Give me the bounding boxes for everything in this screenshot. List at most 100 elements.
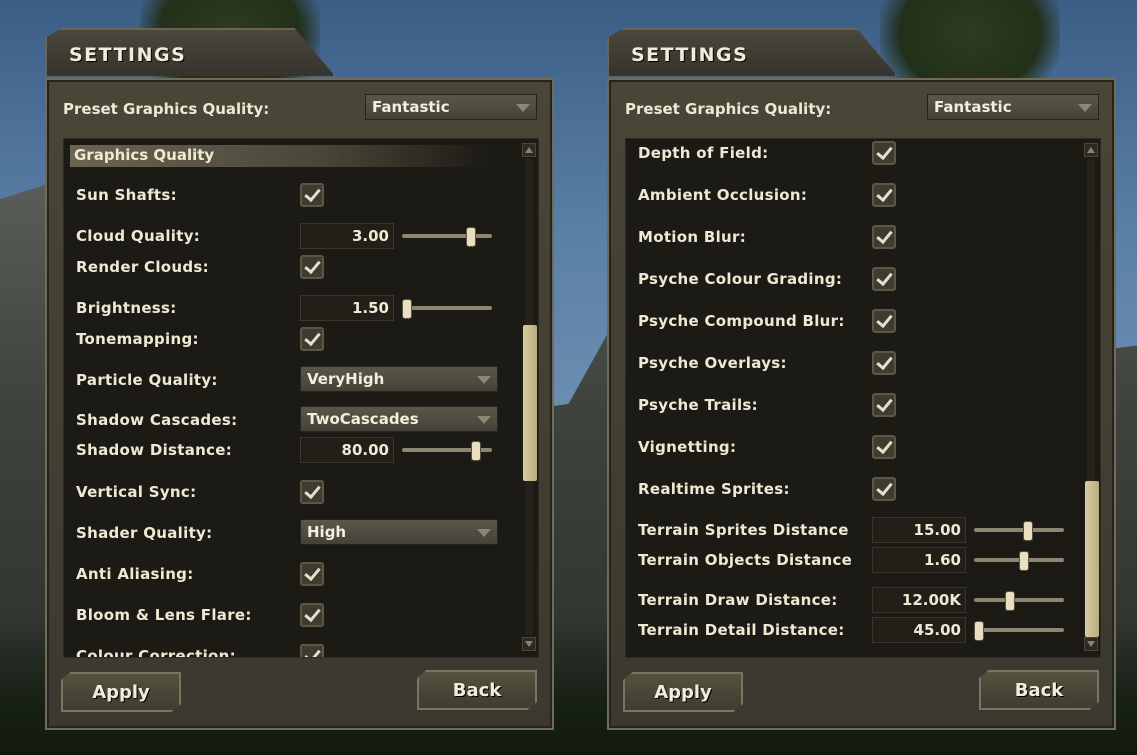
- slider-knob[interactable]: [470, 441, 481, 461]
- chevron-down-icon: [477, 529, 491, 537]
- checkbox[interactable]: [300, 603, 324, 627]
- preset-dropdown[interactable]: Fantastic: [365, 94, 537, 120]
- checkbox[interactable]: [300, 255, 324, 279]
- setting-row: Anti Aliasing:: [76, 560, 506, 588]
- setting-label: Depth of Field:: [638, 144, 769, 162]
- setting-row: Terrain Draw Distance: 12.00K: [638, 586, 1068, 614]
- setting-label: Bloom & Lens Flare:: [76, 606, 252, 624]
- checkbox[interactable]: [872, 393, 896, 417]
- scroll-up-arrow-icon[interactable]: [522, 143, 536, 157]
- checkbox[interactable]: [300, 327, 324, 351]
- setting-row: Tonemapping:: [76, 325, 506, 353]
- setting-label: Motion Blur:: [638, 228, 746, 246]
- setting-label: Ambient Occlusion:: [638, 186, 808, 204]
- checkbox[interactable]: [300, 183, 324, 207]
- slider[interactable]: [398, 438, 496, 462]
- scroll-up-arrow-icon[interactable]: [1084, 143, 1098, 157]
- setting-label: Render Clouds:: [76, 258, 209, 276]
- setting-label: Psyche Overlays:: [638, 354, 787, 372]
- checkbox[interactable]: [872, 309, 896, 333]
- setting-row: Shadow Cascades: TwoCascades: [76, 406, 506, 434]
- checkbox[interactable]: [872, 435, 896, 459]
- setting-label: Terrain Detail Distance:: [638, 621, 845, 639]
- checkbox[interactable]: [872, 183, 896, 207]
- value-field[interactable]: 1.50: [300, 295, 394, 321]
- setting-row: Terrain Detail Distance: 45.00: [638, 616, 1068, 644]
- setting-row: Psyche Colour Grading:: [638, 265, 1068, 293]
- settings-tab: SETTINGS: [607, 28, 897, 76]
- chevron-down-icon: [516, 104, 530, 112]
- setting-label: Colour Correction:: [76, 647, 236, 658]
- slider-track: [974, 598, 1064, 602]
- setting-row: Realtime Sprites:: [638, 475, 1068, 503]
- slider-knob[interactable]: [1019, 551, 1030, 571]
- slider[interactable]: [970, 618, 1068, 642]
- slider-track: [402, 306, 492, 310]
- setting-row: Brightness: 1.50: [76, 294, 506, 322]
- slider-knob[interactable]: [1005, 591, 1016, 611]
- setting-label: Psyche Colour Grading:: [638, 270, 843, 288]
- dropdown-value: VeryHigh: [307, 370, 385, 388]
- setting-row: Particle Quality: VeryHigh: [76, 366, 506, 394]
- slider[interactable]: [970, 518, 1068, 542]
- setting-label: Terrain Draw Distance:: [638, 591, 838, 609]
- value-field[interactable]: 80.00: [300, 437, 394, 463]
- checkbox[interactable]: [872, 351, 896, 375]
- slider-knob[interactable]: [974, 621, 984, 641]
- checkbox[interactable]: [300, 562, 324, 586]
- value-field[interactable]: 1.60: [872, 547, 966, 573]
- value-field[interactable]: 12.00K: [872, 587, 966, 613]
- preset-dropdown[interactable]: Fantastic: [927, 94, 1099, 120]
- value-field[interactable]: 15.00: [872, 517, 966, 543]
- preset-value: Fantastic: [934, 98, 1012, 116]
- settings-panel-right: SETTINGS Preset Graphics Quality: Fantas…: [607, 28, 1117, 730]
- scroll-down-arrow-icon[interactable]: [522, 637, 536, 651]
- settings-list[interactable]: Depth of Field: Ambient Occlusion: Motion …: [625, 138, 1101, 658]
- setting-row: Terrain Objects Distance 1.60: [638, 546, 1068, 574]
- setting-row: Psyche Overlays:: [638, 349, 1068, 377]
- checkbox[interactable]: [872, 267, 896, 291]
- setting-row: Ambient Occlusion:: [638, 181, 1068, 209]
- setting-label: Anti Aliasing:: [76, 565, 194, 583]
- scrollbar[interactable]: [1084, 143, 1099, 651]
- settings-frame: Preset Graphics Quality: Fantastic Graph…: [45, 78, 554, 730]
- back-button[interactable]: Back: [417, 670, 537, 710]
- checkbox[interactable]: [300, 480, 324, 504]
- apply-button[interactable]: Apply: [61, 672, 181, 712]
- slider[interactable]: [970, 548, 1068, 572]
- slider[interactable]: [970, 588, 1068, 612]
- scrollbar[interactable]: [522, 143, 537, 651]
- scroll-down-arrow-icon[interactable]: [1084, 637, 1098, 651]
- scroll-thumb[interactable]: [523, 325, 537, 481]
- setting-label: Shader Quality:: [76, 524, 213, 542]
- scroll-thumb[interactable]: [1085, 481, 1099, 637]
- apply-button[interactable]: Apply: [623, 672, 743, 712]
- settings-list[interactable]: Graphics Quality Sun Shafts: Cloud Qualit…: [63, 138, 539, 658]
- setting-row: Render Clouds:: [76, 253, 506, 281]
- setting-row: Colour Correction:: [76, 642, 506, 658]
- setting-label: Sun Shafts:: [76, 186, 177, 204]
- dropdown[interactable]: High: [300, 519, 498, 545]
- setting-row: Cloud Quality: 3.00: [76, 222, 506, 250]
- slider-knob[interactable]: [1023, 521, 1034, 541]
- setting-label: Terrain Objects Distance: [638, 551, 853, 569]
- setting-label: Cloud Quality:: [76, 227, 201, 245]
- setting-row: Motion Blur:: [638, 223, 1068, 251]
- checkbox[interactable]: [872, 225, 896, 249]
- checkbox[interactable]: [872, 141, 896, 165]
- dropdown[interactable]: VeryHigh: [300, 366, 498, 392]
- checkbox[interactable]: [300, 644, 324, 657]
- checkbox[interactable]: [872, 477, 896, 501]
- settings-tab: SETTINGS: [45, 28, 335, 76]
- back-button[interactable]: Back: [979, 670, 1099, 710]
- slider-knob[interactable]: [402, 299, 412, 319]
- value-field[interactable]: 45.00: [872, 617, 966, 643]
- slider[interactable]: [398, 224, 496, 248]
- chevron-down-icon: [477, 416, 491, 424]
- dropdown[interactable]: TwoCascades: [300, 406, 498, 432]
- slider-knob[interactable]: [465, 227, 476, 247]
- slider[interactable]: [398, 296, 496, 320]
- setting-label: Tonemapping:: [76, 330, 199, 348]
- value-field[interactable]: 3.00: [300, 223, 394, 249]
- section-header: Graphics Quality: [70, 145, 490, 167]
